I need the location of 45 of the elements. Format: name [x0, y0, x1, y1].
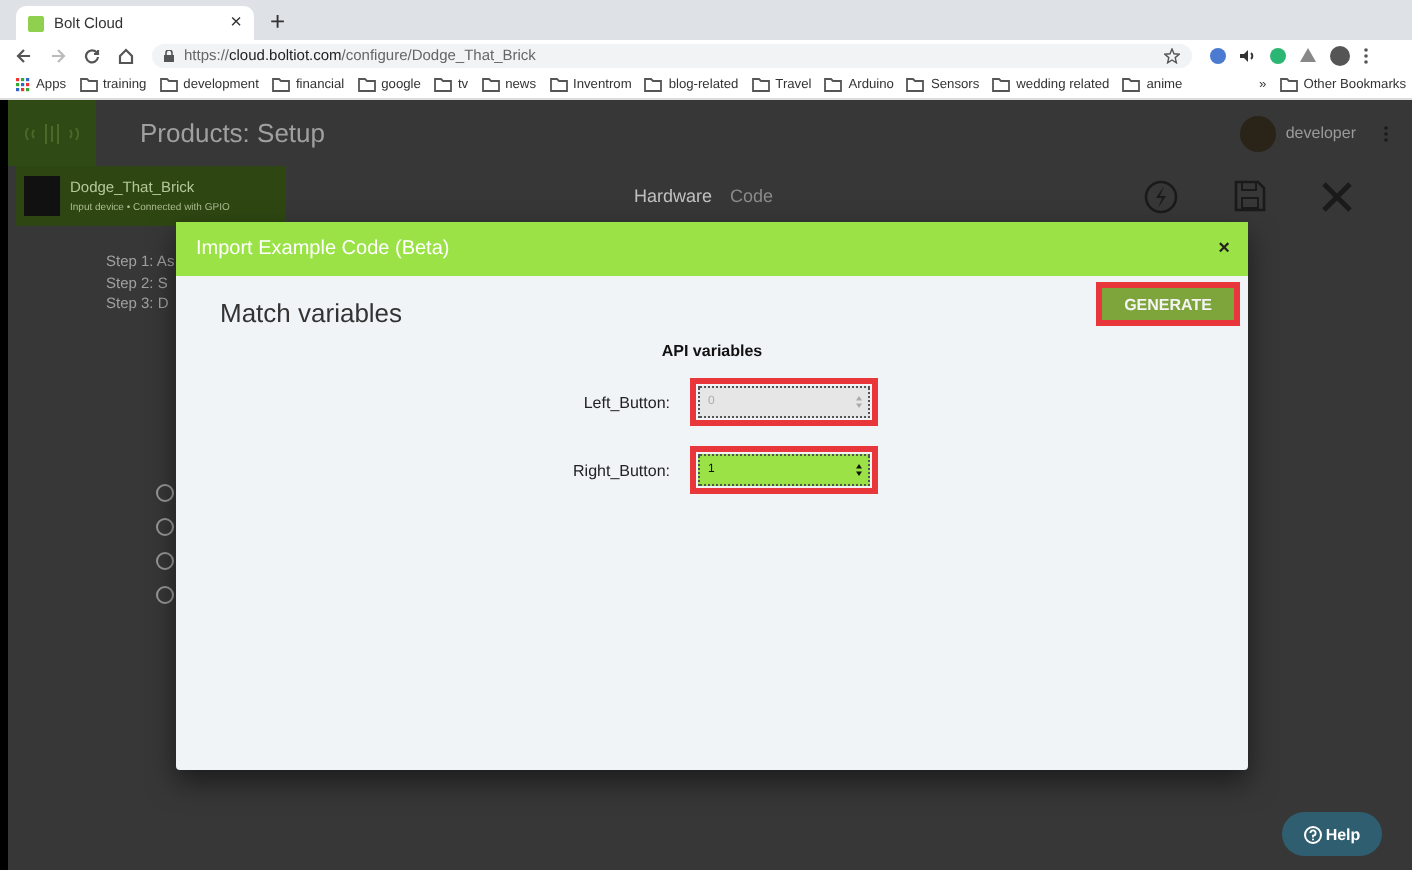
logo-icon: [22, 121, 82, 145]
folder-icon: [906, 77, 925, 91]
page-title: Products: Setup: [140, 118, 327, 148]
new-tab-button[interactable]: +: [270, 6, 286, 40]
favicon-icon: [28, 15, 44, 31]
tab[interactable]: Hardware: [634, 186, 713, 206]
help-button[interactable]: Help: [1282, 812, 1382, 856]
extension-icon[interactable]: [1210, 47, 1226, 63]
folder-icon: [824, 77, 843, 91]
user-name[interactable]: developer: [1285, 124, 1356, 142]
folder-icon: [751, 77, 770, 91]
tab-close-button[interactable]: ×: [230, 13, 242, 33]
product-image: [24, 176, 60, 216]
back-arrow-icon[interactable]: [16, 47, 32, 63]
home-icon[interactable]: [118, 47, 134, 63]
folder-icon: [79, 77, 98, 91]
speaker-icon[interactable]: [1240, 47, 1256, 63]
radio-button[interactable]: [156, 483, 174, 501]
field-label: Right_Button:: [571, 461, 670, 479]
grid-icon: [16, 77, 30, 91]
folder-icon: [159, 77, 178, 91]
radio-button[interactable]: [156, 551, 174, 569]
up-down-arrows-icon: [856, 464, 862, 476]
reload-icon[interactable]: [84, 47, 100, 63]
up-down-arrows-icon: [856, 396, 862, 408]
lock-icon: [164, 49, 174, 61]
folder-icon: [357, 77, 376, 91]
radio-button[interactable]: [156, 517, 174, 535]
folder-icon: [644, 77, 663, 91]
radio-button[interactable]: [156, 585, 174, 603]
modal-title: Import Example Code (Beta): [196, 238, 452, 260]
folder-icon: [433, 77, 452, 91]
subsection-heading: API variables: [659, 342, 765, 360]
folder-icon: [549, 77, 567, 91]
folder-icon: [481, 77, 500, 91]
field-label: Left_Button:: [581, 393, 670, 411]
folder-icon: [1122, 77, 1141, 91]
folder-icon: [1279, 77, 1298, 91]
close-button[interactable]: ×: [1218, 238, 1230, 260]
question-mark-icon: [1303, 825, 1322, 843]
section-heading: Match variables: [220, 298, 403, 328]
profile-avatar[interactable]: [1330, 45, 1350, 65]
star-icon[interactable]: [1164, 47, 1180, 63]
folder-icon: [992, 77, 1011, 91]
folder-icon: [271, 77, 290, 91]
